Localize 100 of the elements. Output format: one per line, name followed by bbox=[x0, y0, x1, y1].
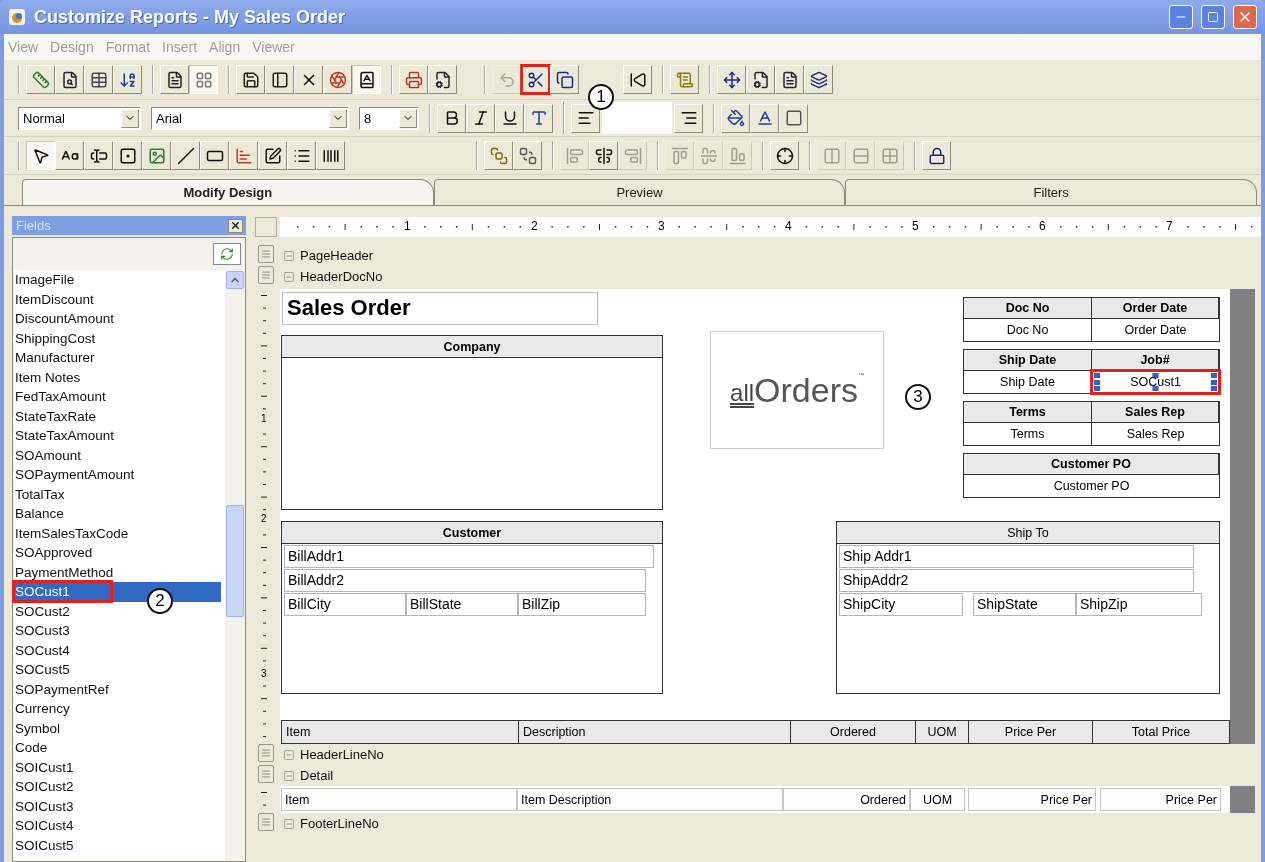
report-field[interactable]: Price Per bbox=[1100, 788, 1221, 811]
field-item[interactable]: SOApproved bbox=[13, 543, 221, 563]
close-button[interactable] bbox=[228, 218, 243, 233]
save-button[interactable] bbox=[236, 65, 265, 94]
report-field[interactable]: BillState bbox=[406, 593, 518, 616]
column-header[interactable]: UOM bbox=[916, 721, 969, 743]
report-field[interactable]: BillAddr1 bbox=[284, 545, 654, 568]
field-item[interactable]: Manufacturer bbox=[13, 348, 221, 368]
paint-bucket-button[interactable] bbox=[721, 103, 750, 133]
label-button[interactable] bbox=[55, 141, 84, 170]
section-handle[interactable] bbox=[258, 744, 274, 762]
delete-button[interactable] bbox=[294, 65, 323, 94]
page-button[interactable] bbox=[775, 65, 804, 94]
style-dropdown[interactable]: Normal bbox=[18, 106, 141, 130]
report-field[interactable]: ShipAddr2 bbox=[839, 569, 1194, 592]
field-item[interactable]: FedTaxAmount bbox=[13, 387, 221, 407]
sort-button[interactable] bbox=[113, 65, 142, 94]
field-item[interactable]: ShippingCost bbox=[13, 328, 221, 348]
section-handle[interactable] bbox=[258, 813, 274, 831]
field-item[interactable]: Currency bbox=[13, 699, 221, 719]
move-button[interactable] bbox=[717, 65, 746, 94]
report-field[interactable]: Price Per bbox=[968, 788, 1096, 811]
report-field[interactable]: BillCity bbox=[284, 593, 406, 616]
report-title[interactable]: Sales Order bbox=[282, 292, 598, 325]
book-button[interactable] bbox=[352, 65, 381, 94]
table-button[interactable] bbox=[84, 65, 113, 94]
column-header[interactable]: Price Per bbox=[969, 721, 1093, 743]
scissors-button[interactable] bbox=[521, 65, 550, 94]
printer-button[interactable] bbox=[399, 65, 428, 94]
properties-button[interactable] bbox=[746, 65, 775, 94]
font-dropdown[interactable]: Arial bbox=[151, 106, 349, 130]
report-field[interactable]: BillZip bbox=[518, 593, 646, 616]
report-field[interactable]: BillAddr2 bbox=[284, 569, 646, 592]
field-item[interactable]: ItemSalesTaxCode bbox=[13, 523, 221, 543]
minimize-button[interactable] bbox=[1169, 5, 1193, 29]
column-header[interactable]: Description bbox=[519, 721, 791, 743]
panel-button[interactable] bbox=[265, 65, 294, 94]
barcode-button[interactable] bbox=[316, 141, 345, 170]
field-item[interactable]: PaymentMethod bbox=[13, 562, 221, 582]
report-field[interactable]: Terms bbox=[964, 423, 1092, 445]
field-item[interactable]: SOAmount bbox=[13, 445, 221, 465]
field-item[interactable]: TotalTax bbox=[13, 484, 221, 504]
center-button[interactable] bbox=[770, 141, 799, 170]
report-field[interactable]: Doc No bbox=[964, 319, 1092, 341]
report-field[interactable]: Sales Rep bbox=[1092, 423, 1219, 445]
color-wheel-button[interactable] bbox=[323, 65, 352, 94]
report-field[interactable]: SOCust1 bbox=[1092, 371, 1219, 393]
bring-front-button[interactable] bbox=[484, 141, 513, 170]
bold-button[interactable] bbox=[437, 103, 466, 133]
tab[interactable]: Modify Design bbox=[22, 179, 434, 205]
align-right-button[interactable] bbox=[674, 103, 703, 133]
copy-button[interactable] bbox=[550, 65, 579, 94]
field-item[interactable]: SOICust3 bbox=[13, 796, 221, 816]
skip-back-button[interactable] bbox=[623, 65, 652, 94]
section-handle[interactable] bbox=[258, 245, 274, 263]
report-field[interactable]: Item Description bbox=[517, 788, 783, 811]
field-item[interactable]: StateTaxRate bbox=[13, 406, 221, 426]
report-field[interactable]: UOM bbox=[910, 788, 965, 811]
report-field[interactable]: Item bbox=[281, 788, 517, 811]
list-button[interactable] bbox=[287, 141, 316, 170]
field-item[interactable]: SOICust4 bbox=[13, 816, 221, 836]
report-field[interactable]: Ship Addr1 bbox=[839, 545, 1194, 568]
tab[interactable]: Filters bbox=[845, 179, 1257, 205]
layers-button[interactable] bbox=[804, 65, 833, 94]
maximize-button[interactable] bbox=[1201, 5, 1225, 29]
field-item[interactable]: SOPaymentRef bbox=[13, 679, 221, 699]
field-item[interactable]: SOCust3 bbox=[13, 621, 221, 641]
scroll-thumb[interactable] bbox=[226, 505, 244, 617]
field-item[interactable]: SOCust4 bbox=[13, 640, 221, 660]
page-button[interactable] bbox=[160, 65, 189, 94]
report-field[interactable]: Ship Date bbox=[964, 371, 1092, 393]
ruler-button[interactable] bbox=[26, 65, 55, 94]
report-field[interactable]: Order Date bbox=[1092, 319, 1219, 341]
field-item[interactable]: Item Notes bbox=[13, 367, 221, 387]
column-header[interactable]: Item bbox=[282, 721, 519, 743]
font-color-button[interactable] bbox=[750, 103, 779, 133]
picture-button[interactable] bbox=[142, 141, 171, 170]
field-item[interactable]: DiscountAmount bbox=[13, 309, 221, 329]
field-item[interactable]: Symbol bbox=[13, 718, 221, 738]
field-item[interactable]: SOPaymentAmount bbox=[13, 465, 221, 485]
section-handle[interactable] bbox=[258, 266, 274, 284]
field-item[interactable]: SOICust1 bbox=[13, 757, 221, 777]
scrollbar[interactable] bbox=[225, 270, 245, 861]
report-field[interactable]: ShipZip bbox=[1076, 593, 1202, 616]
field-item[interactable]: SOICust2 bbox=[13, 777, 221, 797]
grid-button[interactable] bbox=[189, 65, 218, 94]
properties-button[interactable] bbox=[428, 65, 457, 94]
chart-button[interactable] bbox=[229, 141, 258, 170]
report-field[interactable]: ShipState bbox=[973, 593, 1076, 616]
font-button[interactable] bbox=[524, 103, 553, 133]
field-item[interactable]: SOICust5 bbox=[13, 835, 221, 855]
tab[interactable]: Preview bbox=[433, 179, 846, 205]
report-field[interactable]: ShipCity bbox=[839, 593, 963, 616]
send-back-button[interactable] bbox=[513, 141, 542, 170]
section-handle[interactable] bbox=[258, 765, 274, 783]
field-item[interactable]: Balance bbox=[13, 504, 221, 524]
rectangle-button[interactable] bbox=[200, 141, 229, 170]
textbox-button[interactable] bbox=[84, 141, 113, 170]
report-field[interactable]: Ordered bbox=[783, 788, 910, 811]
scroll-up-button[interactable] bbox=[226, 271, 244, 289]
